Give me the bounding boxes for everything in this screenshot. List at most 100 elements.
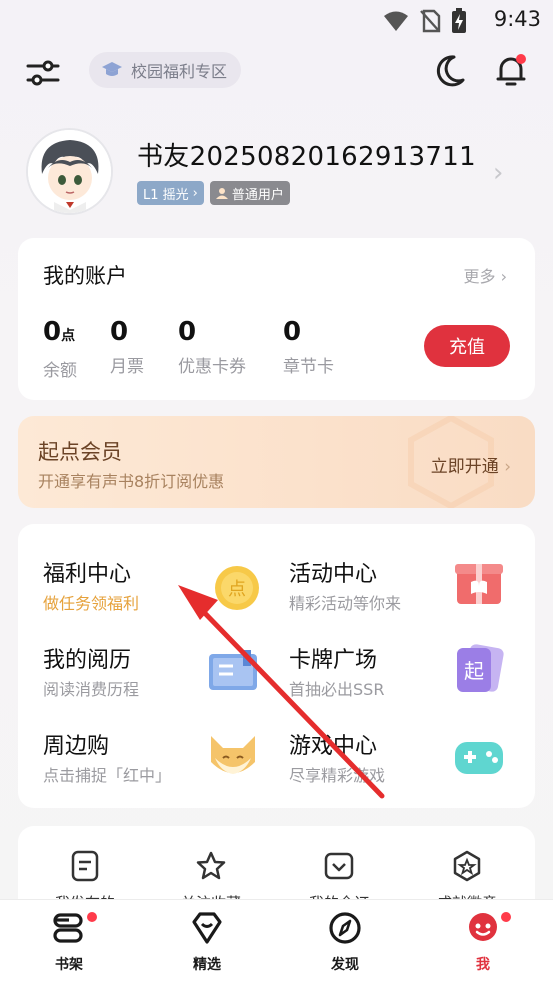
services-card: 福利中心 做任务领福利 点 活动中心 精彩活动等你来 我的阅历 阅读消费历程 卡…	[18, 524, 535, 808]
service-title: 活动中心	[289, 562, 378, 587]
recharge-button[interactable]: 充值	[424, 325, 510, 367]
service-title: 福利中心	[43, 562, 132, 587]
status-bar: 9:43	[0, 0, 553, 40]
profile-header[interactable]: 书友20250820162913711 L1 摇光 › 普通用户 ›	[0, 120, 553, 220]
notification-dot	[516, 54, 526, 64]
username: 书友20250820162913711	[137, 142, 476, 172]
avatar[interactable]	[26, 128, 113, 215]
service-card-plaza[interactable]: 卡牌广场 首抽必出SSR 起	[289, 642, 519, 702]
nav-badge-dot	[87, 912, 97, 922]
chevron-right-icon: ›	[500, 267, 507, 286]
stat-monthly-ticket[interactable]: 0 月票	[110, 316, 144, 377]
stat-label: 余额	[43, 361, 77, 381]
service-game-center[interactable]: 游戏中心 尽享精彩游戏	[289, 728, 519, 788]
top-bar: 校园福利专区	[0, 48, 553, 96]
sim-off-icon	[420, 9, 441, 33]
stat-value: 0点	[43, 316, 77, 352]
svg-text:起: 起	[464, 659, 484, 683]
stat-coupons[interactable]: 0 优惠卡券	[178, 316, 246, 377]
stat-label: 章节卡	[283, 357, 334, 377]
stat-label: 优惠卡券	[178, 357, 246, 377]
night-mode-button[interactable]	[430, 52, 468, 90]
nav-bookshelf[interactable]: 书架	[29, 910, 109, 974]
service-title: 游戏中心	[289, 734, 378, 759]
notifications-button[interactable]	[492, 52, 530, 90]
profile-badges: L1 摇光 › 普通用户	[137, 181, 290, 205]
service-subtitle: 做任务领福利	[43, 594, 140, 613]
stat-label: 月票	[110, 357, 144, 377]
star-icon	[196, 851, 226, 880]
stat-number: 0	[43, 317, 62, 347]
vip-open-label: 立即开通	[430, 457, 499, 477]
service-title: 我的阅历	[43, 648, 132, 673]
heart-box-icon	[324, 852, 354, 880]
stat-number: 0	[283, 317, 302, 347]
card-icon: 起	[457, 644, 504, 692]
level-badge-label: L1 摇光	[143, 187, 189, 203]
level-badge[interactable]: L1 摇光 ›	[137, 181, 204, 205]
service-merch-shop[interactable]: 周边购 点击捕捉「红中」	[43, 728, 273, 788]
moon-icon	[436, 55, 465, 87]
nav-label: 精选	[193, 957, 221, 973]
book-icon	[209, 650, 257, 690]
campus-welfare-button[interactable]: 校园福利专区	[89, 52, 242, 88]
wifi-icon	[384, 11, 408, 31]
nav-badge-dot	[501, 912, 511, 922]
service-activity-center[interactable]: 活动中心 精彩活动等你来	[289, 556, 519, 616]
nav-label: 我	[476, 957, 490, 973]
account-card: 我的账户 更多 › 0点 余额 0 月票 0 优惠卡券 0 章节卡 充值	[18, 238, 535, 400]
graduation-cap-icon	[102, 62, 122, 76]
account-title: 我的账户	[43, 264, 127, 288]
nav-label: 书架	[55, 957, 83, 973]
badge-icon	[453, 850, 481, 882]
vip-title: 起点会员	[38, 440, 122, 464]
diamond-icon	[192, 912, 222, 944]
user-type-badge: 普通用户	[209, 181, 290, 205]
stat-number: 0	[178, 317, 197, 347]
me-icon	[469, 913, 497, 941]
service-subtitle: 点击捕捉「红中」	[43, 766, 172, 785]
nav-label: 发现	[331, 957, 359, 973]
document-icon	[71, 850, 99, 882]
nav-me[interactable]: 我	[443, 910, 523, 974]
user-icon	[215, 188, 228, 199]
service-subtitle: 精彩活动等你来	[289, 594, 402, 613]
status-time: 9:43	[493, 7, 541, 31]
vip-open-button[interactable]: 立即开通 ›	[431, 452, 511, 477]
status-icons	[383, 8, 467, 34]
service-subtitle: 尽享精彩游戏	[289, 766, 386, 785]
stat-chapter-cards[interactable]: 0 章节卡	[283, 316, 334, 377]
gift-icon	[455, 564, 503, 604]
stat-number: 0	[110, 317, 129, 347]
profile-chevron-icon: ›	[493, 158, 504, 188]
stat-unit: 点	[61, 328, 76, 344]
svg-text:点: 点	[228, 579, 246, 600]
bookshelf-icon	[53, 913, 83, 943]
settings-sliders-button[interactable]	[24, 54, 62, 92]
nav-discover[interactable]: 发现	[305, 910, 385, 974]
avatar-image	[28, 130, 111, 213]
vip-subtitle: 开通享有声书8折订阅优惠	[38, 472, 225, 491]
bottom-navigation: 书架 精选 发现 我	[0, 899, 553, 983]
stat-balance[interactable]: 0点 余额	[43, 316, 77, 381]
gamepad-icon	[455, 742, 503, 774]
vip-membership-card[interactable]: 起点会员 开通享有声书8折订阅优惠 立即开通 ›	[18, 416, 535, 508]
nav-featured[interactable]: 精选	[167, 910, 247, 974]
user-type-label: 普通用户	[231, 187, 284, 203]
service-title: 周边购	[43, 734, 110, 759]
campus-label: 校园福利专区	[131, 62, 228, 81]
battery-charging-icon	[452, 8, 466, 33]
coin-icon: 点	[215, 566, 259, 610]
compass-icon	[329, 912, 361, 944]
chevron-right-icon: ›	[192, 185, 198, 201]
service-reading-history[interactable]: 我的阅历 阅读消费历程	[43, 642, 273, 702]
chevron-right-icon: ›	[504, 457, 511, 477]
fox-icon	[211, 736, 255, 774]
service-title: 卡牌广场	[289, 648, 378, 673]
sliders-icon	[26, 60, 60, 86]
service-welfare-center[interactable]: 福利中心 做任务领福利 点	[43, 556, 273, 616]
account-more-link[interactable]: 更多 ›	[463, 263, 507, 287]
service-subtitle: 阅读消费历程	[43, 680, 140, 699]
service-subtitle: 首抽必出SSR	[289, 680, 385, 699]
account-more-label: 更多	[463, 267, 496, 286]
